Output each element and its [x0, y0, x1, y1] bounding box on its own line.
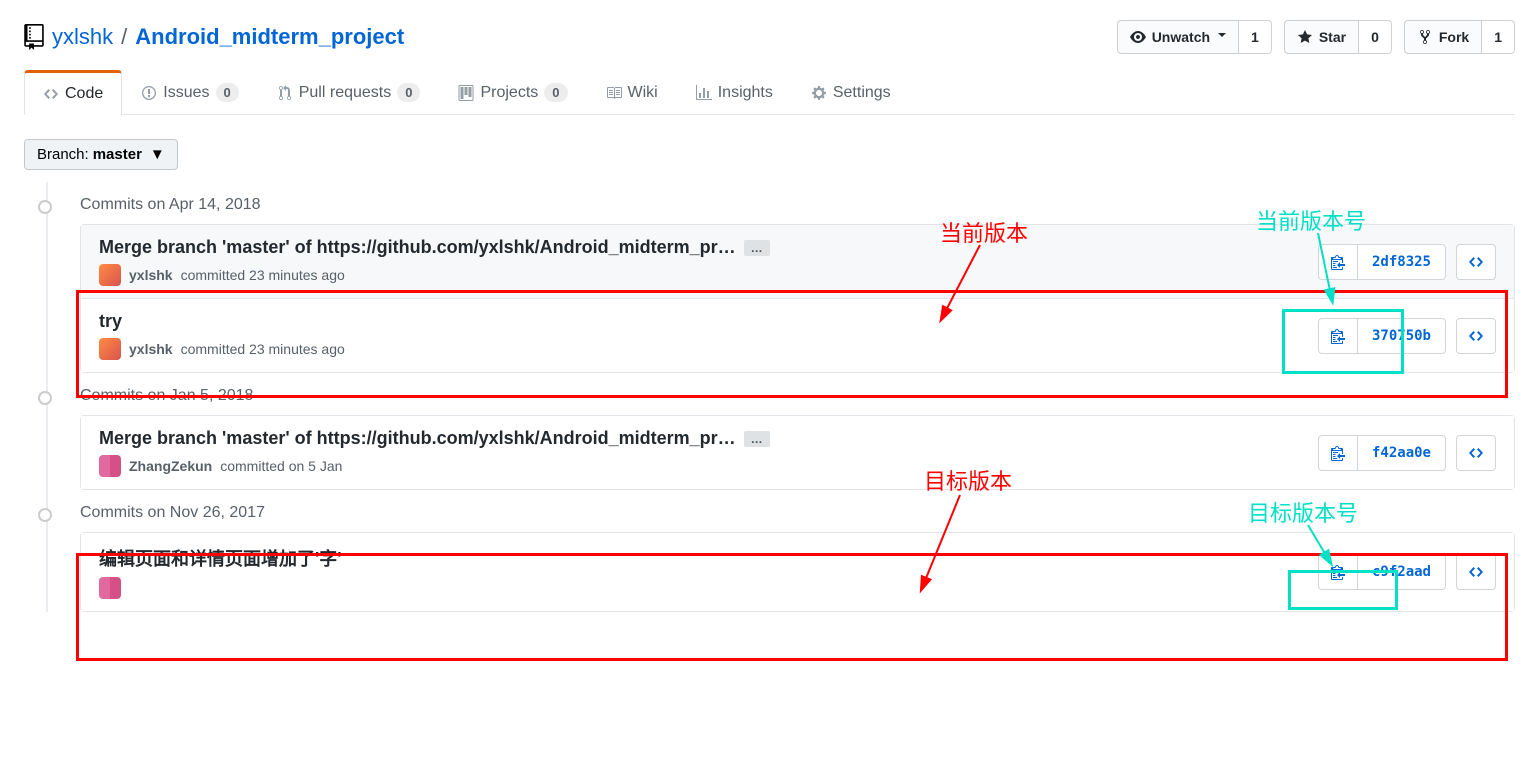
- copy-sha-button[interactable]: [1318, 318, 1358, 354]
- tab-pull-requests[interactable]: Pull requests 0: [258, 70, 440, 114]
- repo-tabs: Code Issues 0 Pull requests 0 Projects 0…: [24, 70, 1515, 115]
- code-icon: [1468, 254, 1484, 270]
- repo-link[interactable]: Android_midterm_project: [135, 24, 404, 49]
- avatar[interactable]: [99, 577, 121, 599]
- tab-code[interactable]: Code: [24, 70, 122, 115]
- tab-pulls-label: Pull requests: [299, 84, 392, 102]
- watch-count[interactable]: 1: [1239, 20, 1272, 54]
- copy-sha-button[interactable]: [1318, 244, 1358, 280]
- clipboard-icon: [1330, 445, 1346, 461]
- eye-icon: [1130, 29, 1146, 45]
- commit-time: committed on 5 Jan: [220, 458, 342, 474]
- branch-name: master: [93, 146, 142, 163]
- copy-sha-button[interactable]: [1318, 435, 1358, 471]
- clipboard-icon: [1330, 254, 1346, 270]
- tab-wiki[interactable]: Wiki: [587, 70, 677, 114]
- star-icon: [1297, 29, 1313, 45]
- commit-time: committed 23 minutes ago: [181, 267, 345, 283]
- expand-message-button[interactable]: …: [744, 431, 770, 447]
- owner-link[interactable]: yxlshk: [52, 24, 113, 50]
- tab-settings[interactable]: Settings: [792, 70, 910, 114]
- gear-icon: [811, 85, 827, 101]
- unwatch-button[interactable]: Unwatch: [1117, 20, 1239, 54]
- project-icon: [458, 85, 474, 101]
- tab-projects-label: Projects: [480, 84, 538, 102]
- avatar[interactable]: [99, 455, 121, 477]
- star-label: Star: [1319, 27, 1346, 47]
- clipboard-icon: [1330, 328, 1346, 344]
- author-link[interactable]: ZhangZekun: [129, 458, 212, 474]
- branch-selector[interactable]: Branch: master ▼: [24, 139, 178, 170]
- author-link[interactable]: yxlshk: [129, 341, 173, 357]
- commit-row: Merge branch 'master' of https://github.…: [81, 416, 1514, 489]
- commit-group-title: Commits on Nov 26, 2017: [60, 490, 1515, 532]
- commit-title[interactable]: try: [99, 311, 122, 332]
- commit-group-title: Commits on Apr 14, 2018: [60, 182, 1515, 224]
- avatar[interactable]: [99, 264, 121, 286]
- unwatch-label: Unwatch: [1152, 27, 1210, 47]
- graph-icon: [696, 85, 712, 101]
- commit-sha-link[interactable]: f42aa0e: [1358, 435, 1446, 471]
- commit-sha-link[interactable]: c9f2aad: [1358, 554, 1446, 590]
- copy-sha-button[interactable]: [1318, 554, 1358, 590]
- code-icon: [1468, 445, 1484, 461]
- issues-count: 0: [216, 83, 239, 102]
- commit-title[interactable]: Merge branch 'master' of https://github.…: [99, 237, 736, 258]
- tab-code-label: Code: [65, 85, 103, 103]
- pulls-count: 0: [397, 83, 420, 102]
- browse-tree-button[interactable]: [1456, 435, 1496, 471]
- fork-button[interactable]: Fork: [1404, 20, 1482, 54]
- browse-tree-button[interactable]: [1456, 318, 1496, 354]
- tab-insights-label: Insights: [718, 84, 773, 102]
- code-icon: [43, 86, 59, 102]
- commit-row: Merge branch 'master' of https://github.…: [81, 225, 1514, 298]
- fork-icon: [1417, 29, 1433, 45]
- issue-icon: [141, 85, 157, 101]
- caret-down-icon: [1218, 33, 1226, 41]
- fork-count[interactable]: 1: [1482, 20, 1515, 54]
- fork-label: Fork: [1439, 27, 1469, 47]
- tab-wiki-label: Wiki: [628, 84, 658, 102]
- projects-count: 0: [544, 83, 567, 102]
- repo-breadcrumb: yxlshk / Android_midterm_project: [24, 24, 404, 50]
- clipboard-icon: [1330, 564, 1346, 580]
- code-icon: [1468, 564, 1484, 580]
- commit-title[interactable]: Merge branch 'master' of https://github.…: [99, 428, 736, 449]
- tab-insights[interactable]: Insights: [677, 70, 792, 114]
- caret-down-icon: ▼: [150, 146, 165, 163]
- breadcrumb-separator: /: [121, 24, 127, 50]
- star-count[interactable]: 0: [1359, 20, 1392, 54]
- tab-issues[interactable]: Issues 0: [122, 70, 257, 114]
- code-icon: [1468, 328, 1484, 344]
- tab-projects[interactable]: Projects 0: [439, 70, 586, 114]
- commit-row: try yxlshk committed 23 minutes ago 3707…: [81, 298, 1514, 372]
- browse-tree-button[interactable]: [1456, 554, 1496, 590]
- browse-tree-button[interactable]: [1456, 244, 1496, 280]
- star-button[interactable]: Star: [1284, 20, 1359, 54]
- book-icon: [606, 85, 622, 101]
- branch-prefix: Branch:: [37, 146, 89, 163]
- pull-request-icon: [277, 85, 293, 101]
- tab-settings-label: Settings: [833, 84, 891, 102]
- expand-message-button[interactable]: …: [744, 240, 770, 256]
- commit-title[interactable]: 编辑页面和详情页面增加了'字': [99, 545, 342, 571]
- commit-group-title: Commits on Jan 5, 2018: [60, 373, 1515, 415]
- avatar[interactable]: [99, 338, 121, 360]
- tab-issues-label: Issues: [163, 84, 209, 102]
- commit-time: committed 23 minutes ago: [181, 341, 345, 357]
- repo-icon: [24, 24, 44, 50]
- commit-sha-link[interactable]: 370750b: [1358, 318, 1446, 354]
- commit-row: 编辑页面和详情页面增加了'字' c9f2aad: [81, 533, 1514, 611]
- commit-sha-link[interactable]: 2df8325: [1358, 244, 1446, 280]
- author-link[interactable]: yxlshk: [129, 267, 173, 283]
